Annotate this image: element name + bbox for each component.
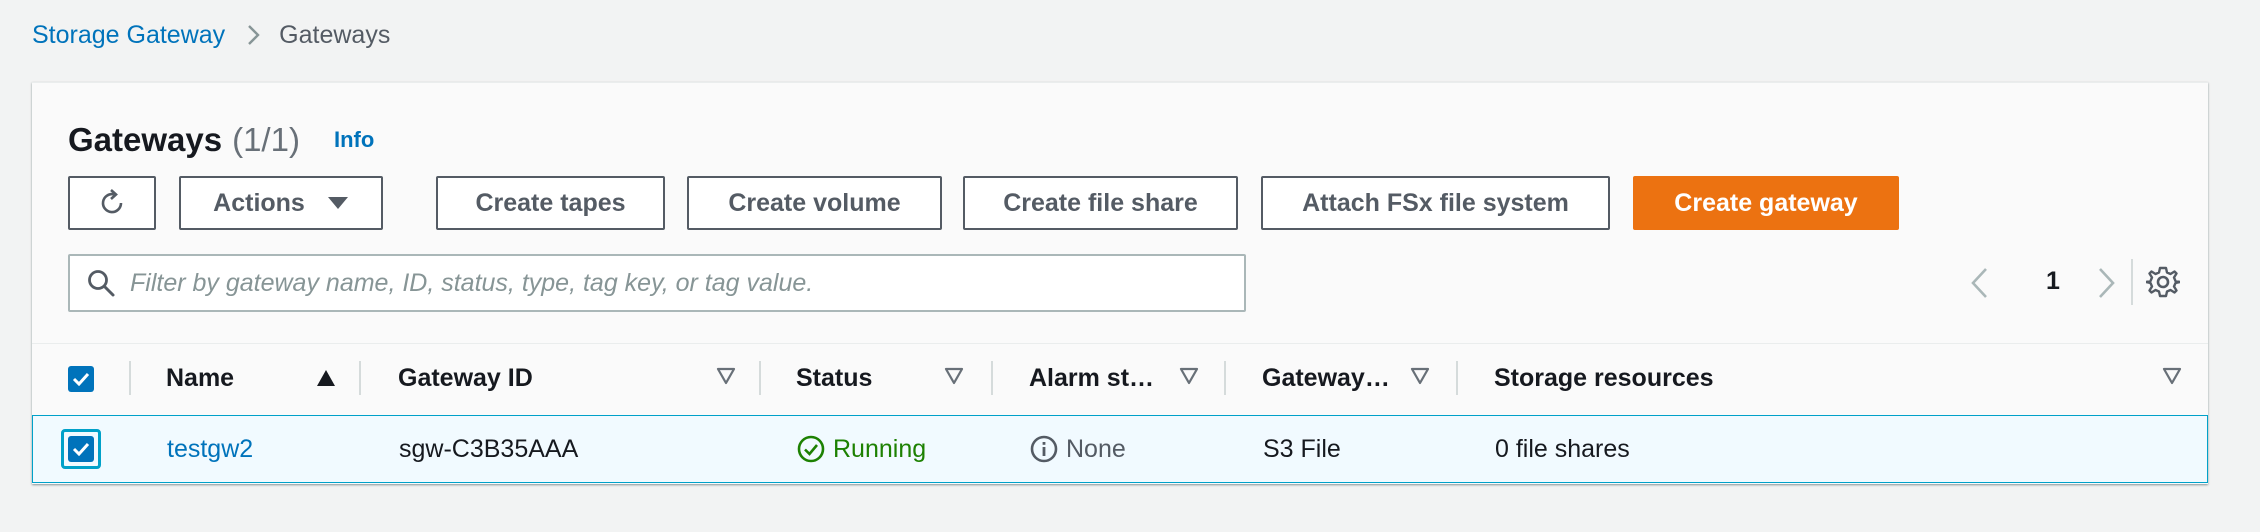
actions-label: Actions (213, 188, 305, 217)
column-divider (759, 361, 761, 395)
row-checkbox[interactable] (61, 429, 101, 469)
selection-count: (1/1) (232, 121, 300, 158)
chevron-right-icon (2099, 268, 2115, 298)
status-text: Running (833, 434, 927, 463)
sort-icon[interactable] (716, 366, 736, 391)
create-gateway-button[interactable]: Create gateway (1633, 176, 1899, 230)
caret-down-icon (327, 196, 349, 210)
column-header-name[interactable]: Name (166, 344, 234, 412)
column-divider (129, 361, 131, 395)
sort-ascending-icon[interactable] (316, 369, 336, 392)
select-all-checkbox[interactable] (68, 366, 94, 392)
chevron-right-icon (247, 24, 261, 46)
gateway-type-cell: S3 File (1263, 434, 1341, 463)
refresh-button[interactable] (68, 176, 156, 230)
gateway-name-link[interactable]: testgw2 (167, 416, 253, 482)
page-title: Gateways (68, 121, 223, 158)
pagination-page-1[interactable]: 1 (2046, 267, 2060, 296)
column-header-gateway-id[interactable]: Gateway ID (398, 344, 533, 412)
chevron-left-icon (1971, 268, 1987, 298)
pagination-divider (2131, 259, 2133, 305)
sort-icon[interactable] (1179, 366, 1199, 391)
gateway-id-cell: sgw-C3B35AAA (399, 434, 579, 463)
table-header: Gateways (1/1) Info (68, 118, 374, 162)
checkmark-icon (72, 372, 90, 386)
search-icon (86, 268, 116, 298)
create-file-share-button[interactable]: Create file share (963, 176, 1238, 230)
filter-search-box (68, 254, 1246, 312)
pagination-next[interactable] (2096, 265, 2118, 306)
info-circle-icon (1030, 435, 1058, 463)
column-divider (359, 361, 361, 395)
table-row[interactable]: testgw2 sgw-C3B35AAA Running None S3 Fil… (32, 415, 2208, 483)
column-header-storage-resources[interactable]: Storage resources (1494, 344, 1714, 412)
column-header-gateway-type[interactable]: Gateway… (1262, 344, 1390, 412)
breadcrumb-storage-gateway-link[interactable]: Storage Gateway (32, 21, 225, 50)
sort-icon[interactable] (944, 366, 964, 391)
breadcrumb: Storage Gateway Gateways (32, 18, 390, 52)
alarm-state-text: None (1066, 434, 1126, 463)
column-header-status[interactable]: Status (796, 344, 872, 412)
check-circle-icon (797, 435, 825, 463)
column-divider (991, 361, 993, 395)
pagination-previous[interactable] (1968, 265, 1990, 306)
sort-icon[interactable] (2162, 366, 2182, 391)
row-checkbox-checked (68, 436, 94, 462)
refresh-icon (101, 189, 123, 214)
info-link[interactable]: Info (334, 127, 374, 153)
filter-input[interactable] (128, 267, 1232, 299)
create-volume-button[interactable]: Create volume (687, 176, 942, 230)
gear-icon (2144, 266, 2182, 298)
sort-icon[interactable] (1410, 366, 1430, 391)
column-header-alarm-state[interactable]: Alarm st… (1029, 344, 1154, 412)
alarm-state-cell: None (1030, 416, 1126, 482)
create-tapes-button[interactable]: Create tapes (436, 176, 665, 230)
status-cell: Running (797, 416, 926, 482)
storage-resources-cell: 0 file shares (1495, 434, 1630, 463)
table-column-headers: Name Gateway ID Status Alarm st… Gateway… (32, 343, 2208, 412)
checkmark-icon (72, 442, 90, 456)
column-divider (1456, 361, 1458, 395)
gateways-table-container: Gateways (1/1) Info Actions Create tapes… (32, 82, 2208, 484)
table-preferences-button[interactable] (2144, 265, 2182, 304)
breadcrumb-current: Gateways (279, 20, 391, 49)
column-divider (1224, 361, 1226, 395)
actions-dropdown[interactable]: Actions (179, 176, 383, 230)
attach-fsx-button[interactable]: Attach FSx file system (1261, 176, 1610, 230)
